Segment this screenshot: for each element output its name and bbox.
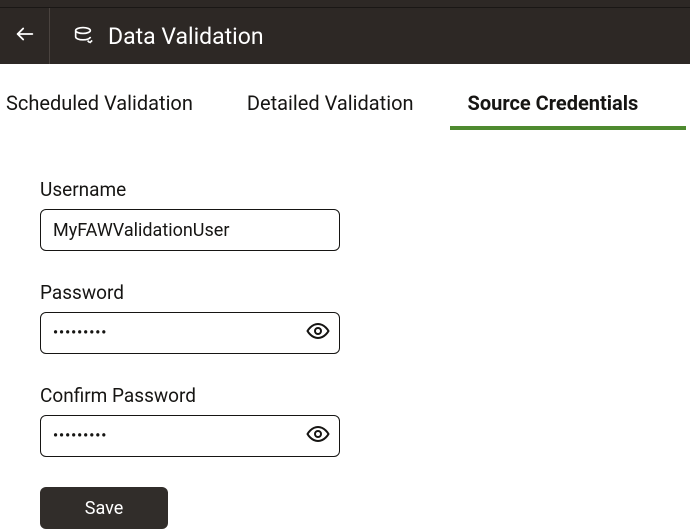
tab-detailed-validation[interactable]: Detailed Validation <box>229 91 432 129</box>
password-label: Password <box>40 281 650 304</box>
eye-icon <box>306 319 330 347</box>
confirm-password-input[interactable] <box>40 415 340 457</box>
username-label: Username <box>40 178 650 201</box>
window-top-strip <box>0 0 690 8</box>
tab-bar: Scheduled Validation Detailed Validation… <box>0 64 690 130</box>
tab-label: Scheduled Validation <box>6 91 193 115</box>
password-input[interactable] <box>40 312 340 354</box>
save-button[interactable]: Save <box>40 487 168 529</box>
back-button[interactable] <box>0 8 50 64</box>
arrow-left-icon <box>14 23 36 49</box>
tab-label: Detailed Validation <box>247 91 414 115</box>
eye-icon <box>306 422 330 450</box>
app-header: Data Validation <box>0 8 690 64</box>
save-button-label: Save <box>85 498 124 519</box>
data-validation-icon <box>72 25 94 47</box>
confirm-password-group: Confirm Password <box>40 384 650 457</box>
toggle-password-visibility[interactable] <box>304 319 332 347</box>
toggle-confirm-password-visibility[interactable] <box>304 422 332 450</box>
page-title: Data Validation <box>108 23 264 50</box>
username-input[interactable] <box>40 209 340 251</box>
credentials-form: Username Password Confirm Password <box>0 130 690 529</box>
tab-source-credentials[interactable]: Source Credentials <box>450 91 657 129</box>
password-group: Password <box>40 281 650 354</box>
username-group: Username <box>40 178 650 251</box>
tab-scheduled-validation[interactable]: Scheduled Validation <box>4 91 211 129</box>
tab-label: Source Credentials <box>468 91 639 115</box>
confirm-password-label: Confirm Password <box>40 384 650 407</box>
